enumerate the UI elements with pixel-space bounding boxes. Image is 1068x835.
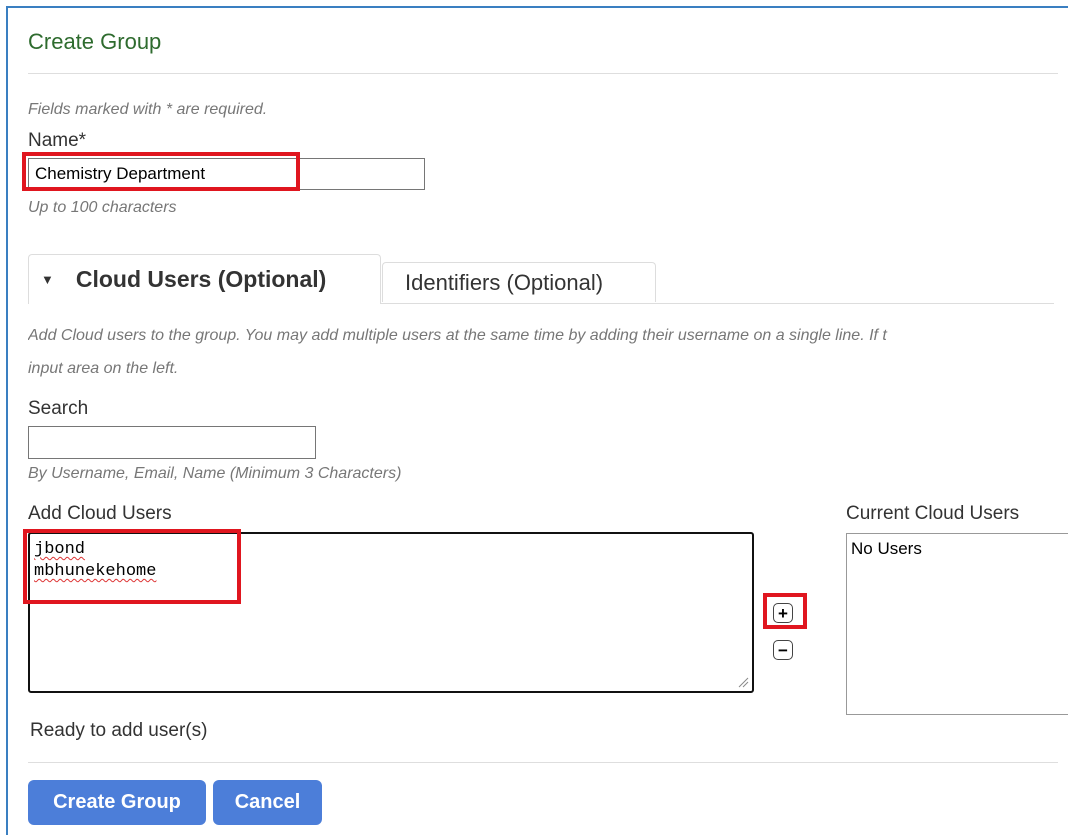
tab-cloud-users-label: Cloud Users (Optional) [75,266,327,292]
status-text: Ready to add user(s) [30,720,208,741]
add-button-highlight-box [763,593,807,629]
search-help-text: By Username, Email, Name (Minimum 3 Char… [28,465,402,482]
cloud-users-description: Add Cloud users to the group. You may ad… [28,327,887,344]
minus-icon: − [778,640,788,660]
search-label: Search [28,398,89,419]
caret-down-icon: ▼ [41,272,54,287]
add-cloud-users-label: Add Cloud Users [28,503,172,524]
tab-identifiers[interactable]: Identifiers (Optional) [382,262,656,302]
current-cloud-users-label: Current Cloud Users [846,503,1020,524]
tab-cloud-users[interactable]: ▼ Cloud Users (Optional) [28,254,381,304]
required-note: Fields marked with * are required. [28,101,268,118]
search-input[interactable] [28,426,316,459]
remove-user-button[interactable]: − [773,640,793,660]
entries-highlight-box [23,529,241,604]
name-help-text: Up to 100 characters [28,199,177,216]
resize-handle-icon[interactable] [737,676,749,688]
list-item: No Users [851,539,922,558]
actions-divider [28,762,1058,763]
cancel-button[interactable]: Cancel [213,780,322,825]
cloud-users-description-cont: input area on the left. [28,360,179,377]
create-group-button[interactable]: Create Group [28,780,206,825]
current-cloud-users-list[interactable]: No Users [846,533,1068,715]
name-highlight-box [22,152,300,191]
title-divider [28,73,1058,74]
name-label: Name* [28,130,87,151]
page-title: Create Group [28,29,162,54]
tab-identifiers-label: Identifiers (Optional) [405,269,604,295]
